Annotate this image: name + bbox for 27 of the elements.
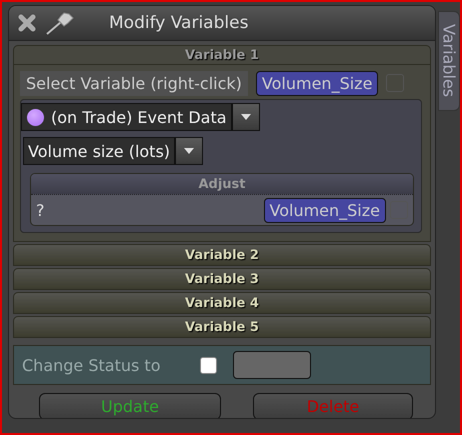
status-checkbox[interactable] xyxy=(200,356,217,374)
status-label: Change Status to xyxy=(22,356,162,374)
field-label: Select Variable (right-click) xyxy=(20,70,248,96)
dropdown-value: (on Trade) Event Data xyxy=(51,108,227,126)
status-field[interactable] xyxy=(233,351,311,379)
operator-text: ? xyxy=(36,200,46,220)
update-button[interactable]: Update xyxy=(39,393,221,418)
section-header[interactable]: Variable 5 xyxy=(13,316,431,338)
dropdown-button[interactable] xyxy=(232,103,260,131)
adjust-header: Adjust xyxy=(31,174,413,195)
side-tab[interactable]: Variables xyxy=(438,11,460,111)
section-header[interactable]: Variable 2 xyxy=(13,244,431,266)
circle-icon xyxy=(26,108,45,126)
section-header[interactable]: Variable 1 xyxy=(13,45,431,65)
pushpin-icon[interactable] xyxy=(45,11,75,35)
dropdown-field[interactable]: (on Trade) Event Data xyxy=(21,103,232,131)
variable-chip[interactable]: Volumen_Size xyxy=(256,70,378,96)
caret-icon xyxy=(184,148,194,154)
caret-icon xyxy=(240,114,251,120)
dropdown-button[interactable] xyxy=(175,137,204,165)
close-icon[interactable] xyxy=(17,13,37,33)
dropdown-value: Volume size (lots) xyxy=(28,142,170,160)
variable-chip[interactable]: Volumen_Size xyxy=(264,198,386,222)
section-header[interactable]: Variable 3 xyxy=(13,268,431,290)
dropdown-field[interactable]: Volume size (lots) xyxy=(23,137,176,165)
section-header[interactable]: Variable 4 xyxy=(13,292,431,314)
window-title: Modify Variables xyxy=(109,13,248,33)
